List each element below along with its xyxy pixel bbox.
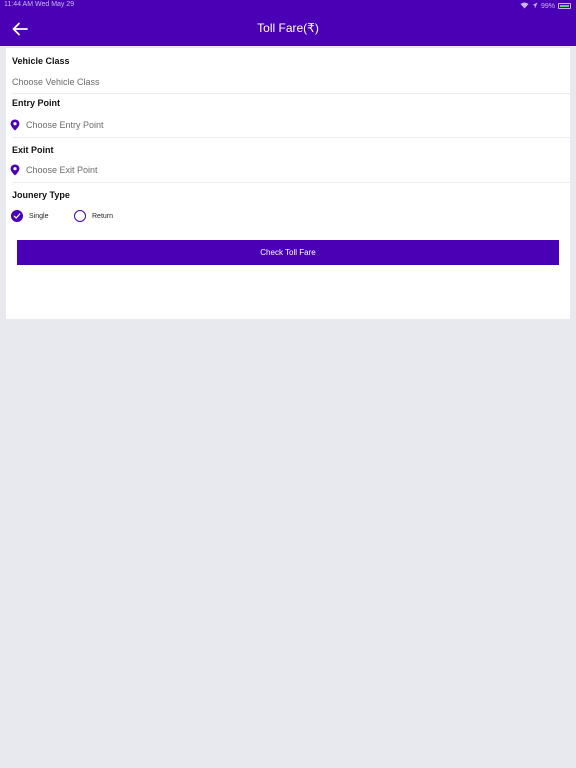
battery-percent: 99% [540, 2, 555, 10]
entry-point-label: Entry Point [12, 98, 61, 108]
radio-unchecked-icon [74, 210, 86, 222]
check-toll-fare-button[interactable]: Check Toll Fare [17, 240, 559, 265]
journey-type-label: Jounery Type [12, 190, 70, 200]
map-pin-icon [10, 164, 20, 176]
map-pin-icon [10, 119, 20, 131]
location-icon [532, 2, 538, 11]
divider [12, 137, 570, 138]
entry-point-select[interactable]: Choose Entry Point [26, 120, 104, 130]
toll-fare-form: Vehicle Class Choose Vehicle Class Entry… [6, 48, 570, 319]
checkmark-icon [11, 210, 23, 222]
journey-single-radio[interactable]: Single [11, 210, 48, 222]
nav-bar: Toll Fare(₹) [0, 12, 576, 46]
vehicle-class-select[interactable]: Choose Vehicle Class [12, 77, 100, 87]
status-indicators: 99% [520, 1, 571, 11]
wifi-icon [520, 2, 529, 11]
status-time: 11:44 AM Wed May 29 [4, 1, 75, 8]
journey-return-label: Return [92, 212, 114, 220]
status-bar: 11:44 AM Wed May 29 99% [0, 0, 576, 12]
vehicle-class-label: Vehicle Class [12, 56, 70, 66]
page-title: Toll Fare(₹) [257, 21, 319, 35]
battery-icon [558, 3, 571, 9]
exit-point-select[interactable]: Choose Exit Point [26, 165, 98, 175]
journey-return-radio[interactable]: Return [74, 210, 113, 222]
exit-point-label: Exit Point [12, 145, 54, 155]
divider [12, 182, 570, 183]
divider [12, 93, 570, 94]
journey-single-label: Single [29, 212, 49, 220]
